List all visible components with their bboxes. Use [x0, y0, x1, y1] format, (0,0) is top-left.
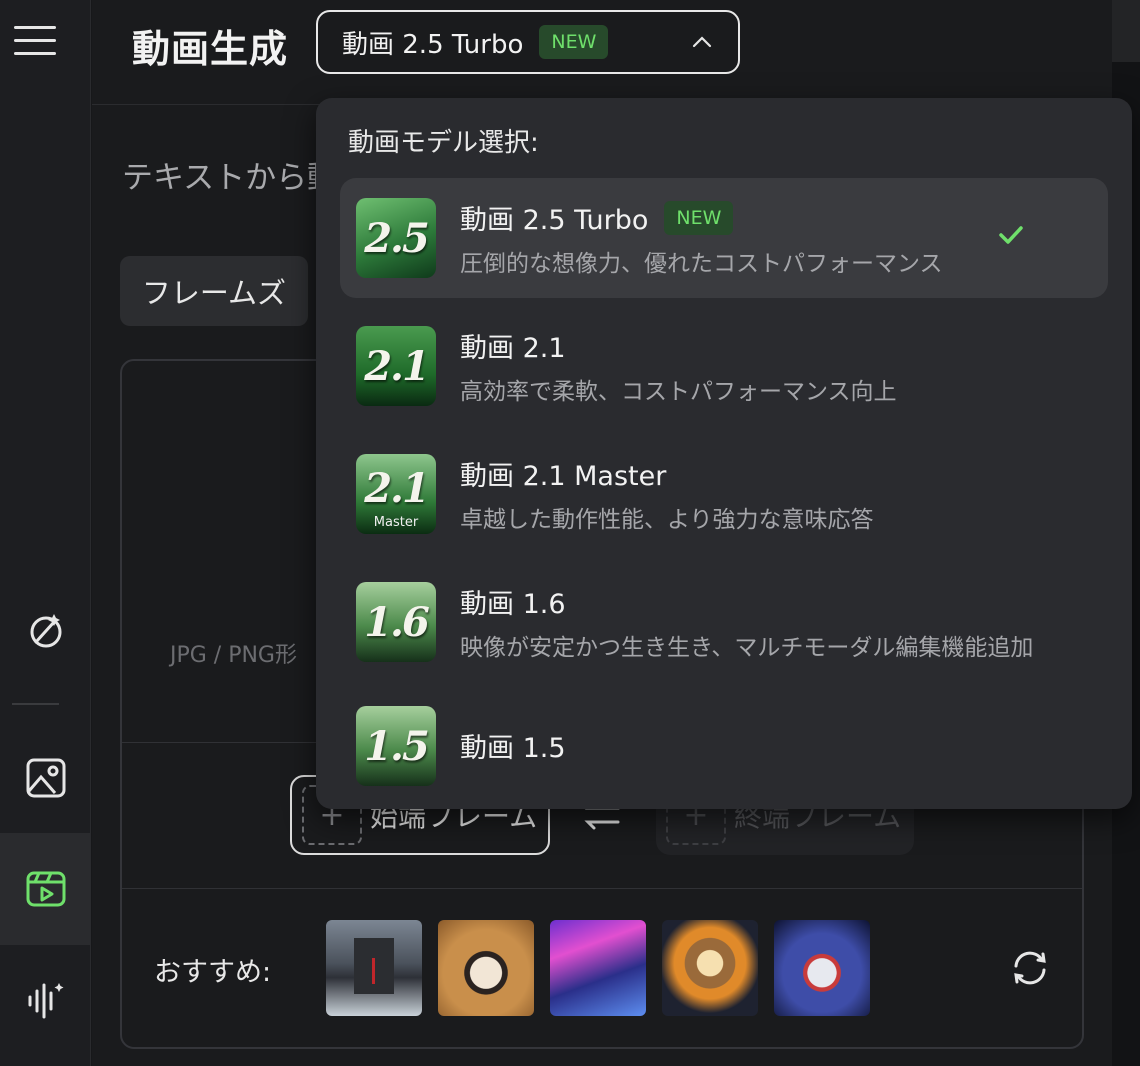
model-option-name: 動画 2.1	[460, 333, 566, 364]
model-option-desc: 卓越した動作性能、より強力な意味応答	[460, 507, 874, 533]
recommend-thumbnail[interactable]	[550, 920, 646, 1016]
model-logo: 2.1 Master	[356, 454, 436, 534]
model-option-1-6[interactable]: 1.6 動画 1.6 映像が安定かつ生き生き、マルチモーダル編集機能追加	[340, 562, 1108, 682]
refresh-icon[interactable]	[1010, 948, 1050, 992]
upload-divider	[122, 888, 1082, 889]
model-logo: 1.5	[356, 706, 436, 786]
model-option-2-5-turbo[interactable]: 2.5 動画 2.5 Turbo NEW 圧倒的な想像力、優れたコストパフォーマ…	[340, 178, 1108, 298]
recommend-label: おすすめ:	[154, 957, 272, 988]
rail-divider	[12, 703, 59, 705]
model-option-2-1[interactable]: 2.1 動画 2.1 高効率で柔軟、コストパフォーマンス向上	[340, 306, 1108, 426]
mode-subtitle[interactable]: テキストから動	[122, 152, 338, 197]
checkmark-icon	[999, 226, 1023, 244]
model-option-name: 動画 2.5 Turbo NEW	[460, 198, 734, 237]
image-icon[interactable]	[0, 748, 91, 808]
model-option-desc: 圧倒的な想像力、優れたコストパフォーマンス	[460, 251, 943, 277]
model-logo: 2.5	[356, 198, 436, 278]
model-option-desc: 映像が安定かつ生き生き、マルチモーダル編集機能追加	[460, 635, 1034, 661]
video-icon[interactable]	[0, 833, 91, 945]
model-option-desc: 高効率で柔軟、コストパフォーマンス向上	[460, 379, 897, 405]
audio-wave-icon[interactable]	[0, 970, 91, 1030]
page-title: 動画生成	[132, 27, 289, 71]
model-option-name: 動画 2.1 Master	[460, 461, 667, 492]
model-dropdown-menu: 動画モデル選択: 2.5 動画 2.5 Turbo NEW 圧倒的な想像力、優れ…	[316, 98, 1132, 809]
menu-icon[interactable]	[14, 26, 56, 60]
upload-hint: JPG / PNG形	[170, 643, 297, 668]
recommend-thumbnail[interactable]	[662, 920, 758, 1016]
model-select-label: 動画 2.5 Turbo	[342, 29, 524, 60]
model-logo: 1.6	[356, 582, 436, 662]
new-badge: NEW	[664, 200, 734, 235]
left-rail	[0, 0, 91, 1066]
model-option-2-1-master[interactable]: 2.1 Master 動画 2.1 Master 卓越した動作性能、より強力な意…	[340, 434, 1108, 554]
new-badge: NEW	[539, 25, 609, 59]
dropdown-title: 動画モデル選択:	[348, 128, 539, 158]
recommend-thumbnail[interactable]	[774, 920, 870, 1016]
model-option-name: 動画 1.6	[460, 589, 566, 620]
frames-tab[interactable]: フレームズ	[120, 256, 308, 326]
recommend-thumbnail[interactable]	[438, 920, 534, 1016]
chevron-up-icon	[692, 36, 712, 48]
magic-wand-icon[interactable]	[0, 600, 91, 660]
model-option-1-5[interactable]: 1.5 動画 1.5	[340, 686, 1108, 806]
recommend-thumbnail[interactable]	[326, 920, 422, 1016]
model-option-name: 動画 1.5	[460, 733, 566, 764]
model-select-dropdown[interactable]: 動画 2.5 Turbo NEW	[316, 10, 740, 74]
model-logo: 2.1	[356, 326, 436, 406]
